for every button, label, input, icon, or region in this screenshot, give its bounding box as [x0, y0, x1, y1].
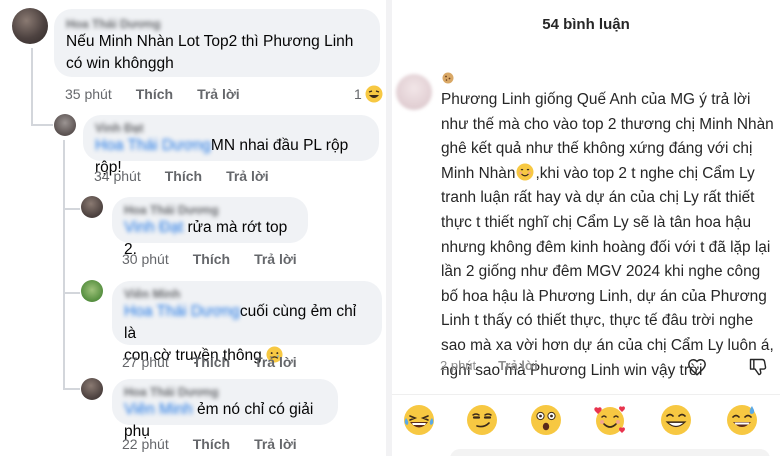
comment-time[interactable]: 22 phút	[122, 436, 169, 452]
commenter-name[interactable]: Hoa Thái Dương	[124, 385, 326, 399]
comment-time[interactable]: 2 phút	[440, 358, 476, 373]
comment-time[interactable]: 30 phút	[122, 251, 169, 267]
comment-actions: 35 phút Thích Trả lời	[65, 86, 264, 102]
mention-tag[interactable]: Hoa Thái Dương	[95, 137, 211, 154]
thread-line	[31, 48, 33, 126]
smiling-face-icon	[516, 163, 534, 181]
in-love-emoji-icon[interactable]	[593, 403, 627, 437]
comment-text: Nếu Minh Nhàn Lot Top2 thì Phương Linh c…	[66, 33, 354, 72]
comment-time[interactable]: 27 phút	[122, 354, 169, 370]
surprised-emoji-icon[interactable]	[529, 403, 563, 437]
avatar[interactable]	[81, 196, 103, 218]
comment-actions: 27 phút Thích Trả lời	[122, 354, 321, 370]
commenter-name[interactable]: Vinh Đạt	[95, 121, 367, 135]
dislike-icon[interactable]	[748, 357, 768, 377]
like-button[interactable]: Thích	[193, 251, 230, 267]
haha-reaction-icon	[365, 85, 383, 103]
reply-button[interactable]: Trả lời	[226, 168, 269, 184]
thread-line	[63, 208, 80, 210]
mention-tag[interactable]: Viên Minh	[124, 401, 193, 418]
reaction-count[interactable]: 1	[354, 86, 362, 102]
thread-line	[63, 140, 65, 390]
like-button[interactable]: Thích	[165, 168, 202, 184]
comment-bubble: Vinh Đạt Hoa Thái DươngMN nhai đầu PL rộ…	[83, 115, 379, 176]
heart-icon[interactable]	[687, 358, 707, 376]
commenter-name[interactable]: Hoa Thái Dương	[66, 17, 368, 31]
smirk-emoji-icon[interactable]	[465, 403, 499, 437]
cookie-icon	[442, 72, 454, 84]
comment-text: Phương Linh giống Quế Anh của MG ý trả l…	[441, 91, 774, 379]
comments-count-title: 54 bình luận	[542, 16, 630, 33]
reply-button[interactable]: Trả lời	[498, 358, 538, 373]
sweat-smile-emoji-icon[interactable]	[725, 403, 759, 437]
avatar[interactable]	[12, 8, 48, 44]
mention-tag[interactable]: Hoa Thái Dương	[124, 303, 240, 320]
comment-actions: 2 phút Trả lời	[440, 358, 560, 373]
commenter-name[interactable]: Viên Minh	[124, 287, 370, 301]
avatar[interactable]	[396, 74, 432, 110]
avatar[interactable]	[81, 280, 103, 302]
comment-time[interactable]: 35 phút	[65, 86, 112, 102]
comment-bubble: Hoa Thái Dương Vinh Đạt rửa mà rớt top 2…	[112, 197, 308, 258]
grinning-emoji-icon[interactable]	[659, 403, 693, 437]
thread-line	[63, 388, 80, 390]
facebook-comment-thread: Hoa Thái Dương Nếu Minh Nhàn Lot Top2 th…	[0, 0, 386, 456]
avatar[interactable]	[81, 378, 103, 400]
comment-bubble: Hoa Thái Dương Nếu Minh Nhàn Lot Top2 th…	[54, 9, 380, 77]
comment-input[interactable]	[450, 449, 770, 456]
reply-button[interactable]: Trả lời	[254, 251, 297, 267]
like-button[interactable]: Thích	[136, 86, 173, 102]
like-button[interactable]: Thích	[193, 354, 230, 370]
comment-actions: 34 phút Thích Trả lời	[94, 168, 293, 184]
comment-actions: 30 phút Thích Trả lời	[122, 251, 321, 267]
quick-reaction-bar	[392, 394, 780, 446]
instagram-comments-panel: 54 bình luận Phương Linh giống Quế Anh c…	[392, 0, 780, 456]
thread-line	[63, 292, 80, 294]
laughing-tears-emoji-icon[interactable]	[402, 403, 436, 437]
thread-line	[31, 124, 53, 126]
avatar[interactable]	[54, 114, 76, 136]
comment-bubble: Hoa Thái Dương Viên Minh ẻm nó chỉ có gi…	[112, 379, 338, 440]
reply-button[interactable]: Trả lời	[254, 354, 297, 370]
mention-tag[interactable]: Vinh Đạt	[124, 219, 183, 236]
like-button[interactable]: Thích	[193, 436, 230, 452]
comment-time[interactable]: 34 phút	[94, 168, 141, 184]
comment-bubble: Viên Minh Hoa Thái Dươngcuối cùng ẻm chỉ…	[112, 281, 382, 364]
comment-actions: 22 phút Thích Trả lời	[122, 436, 321, 452]
reply-button[interactable]: Trả lời	[197, 86, 240, 102]
commenter-name[interactable]: Hoa Thái Dương	[124, 203, 296, 217]
reply-button[interactable]: Trả lời	[254, 436, 297, 452]
